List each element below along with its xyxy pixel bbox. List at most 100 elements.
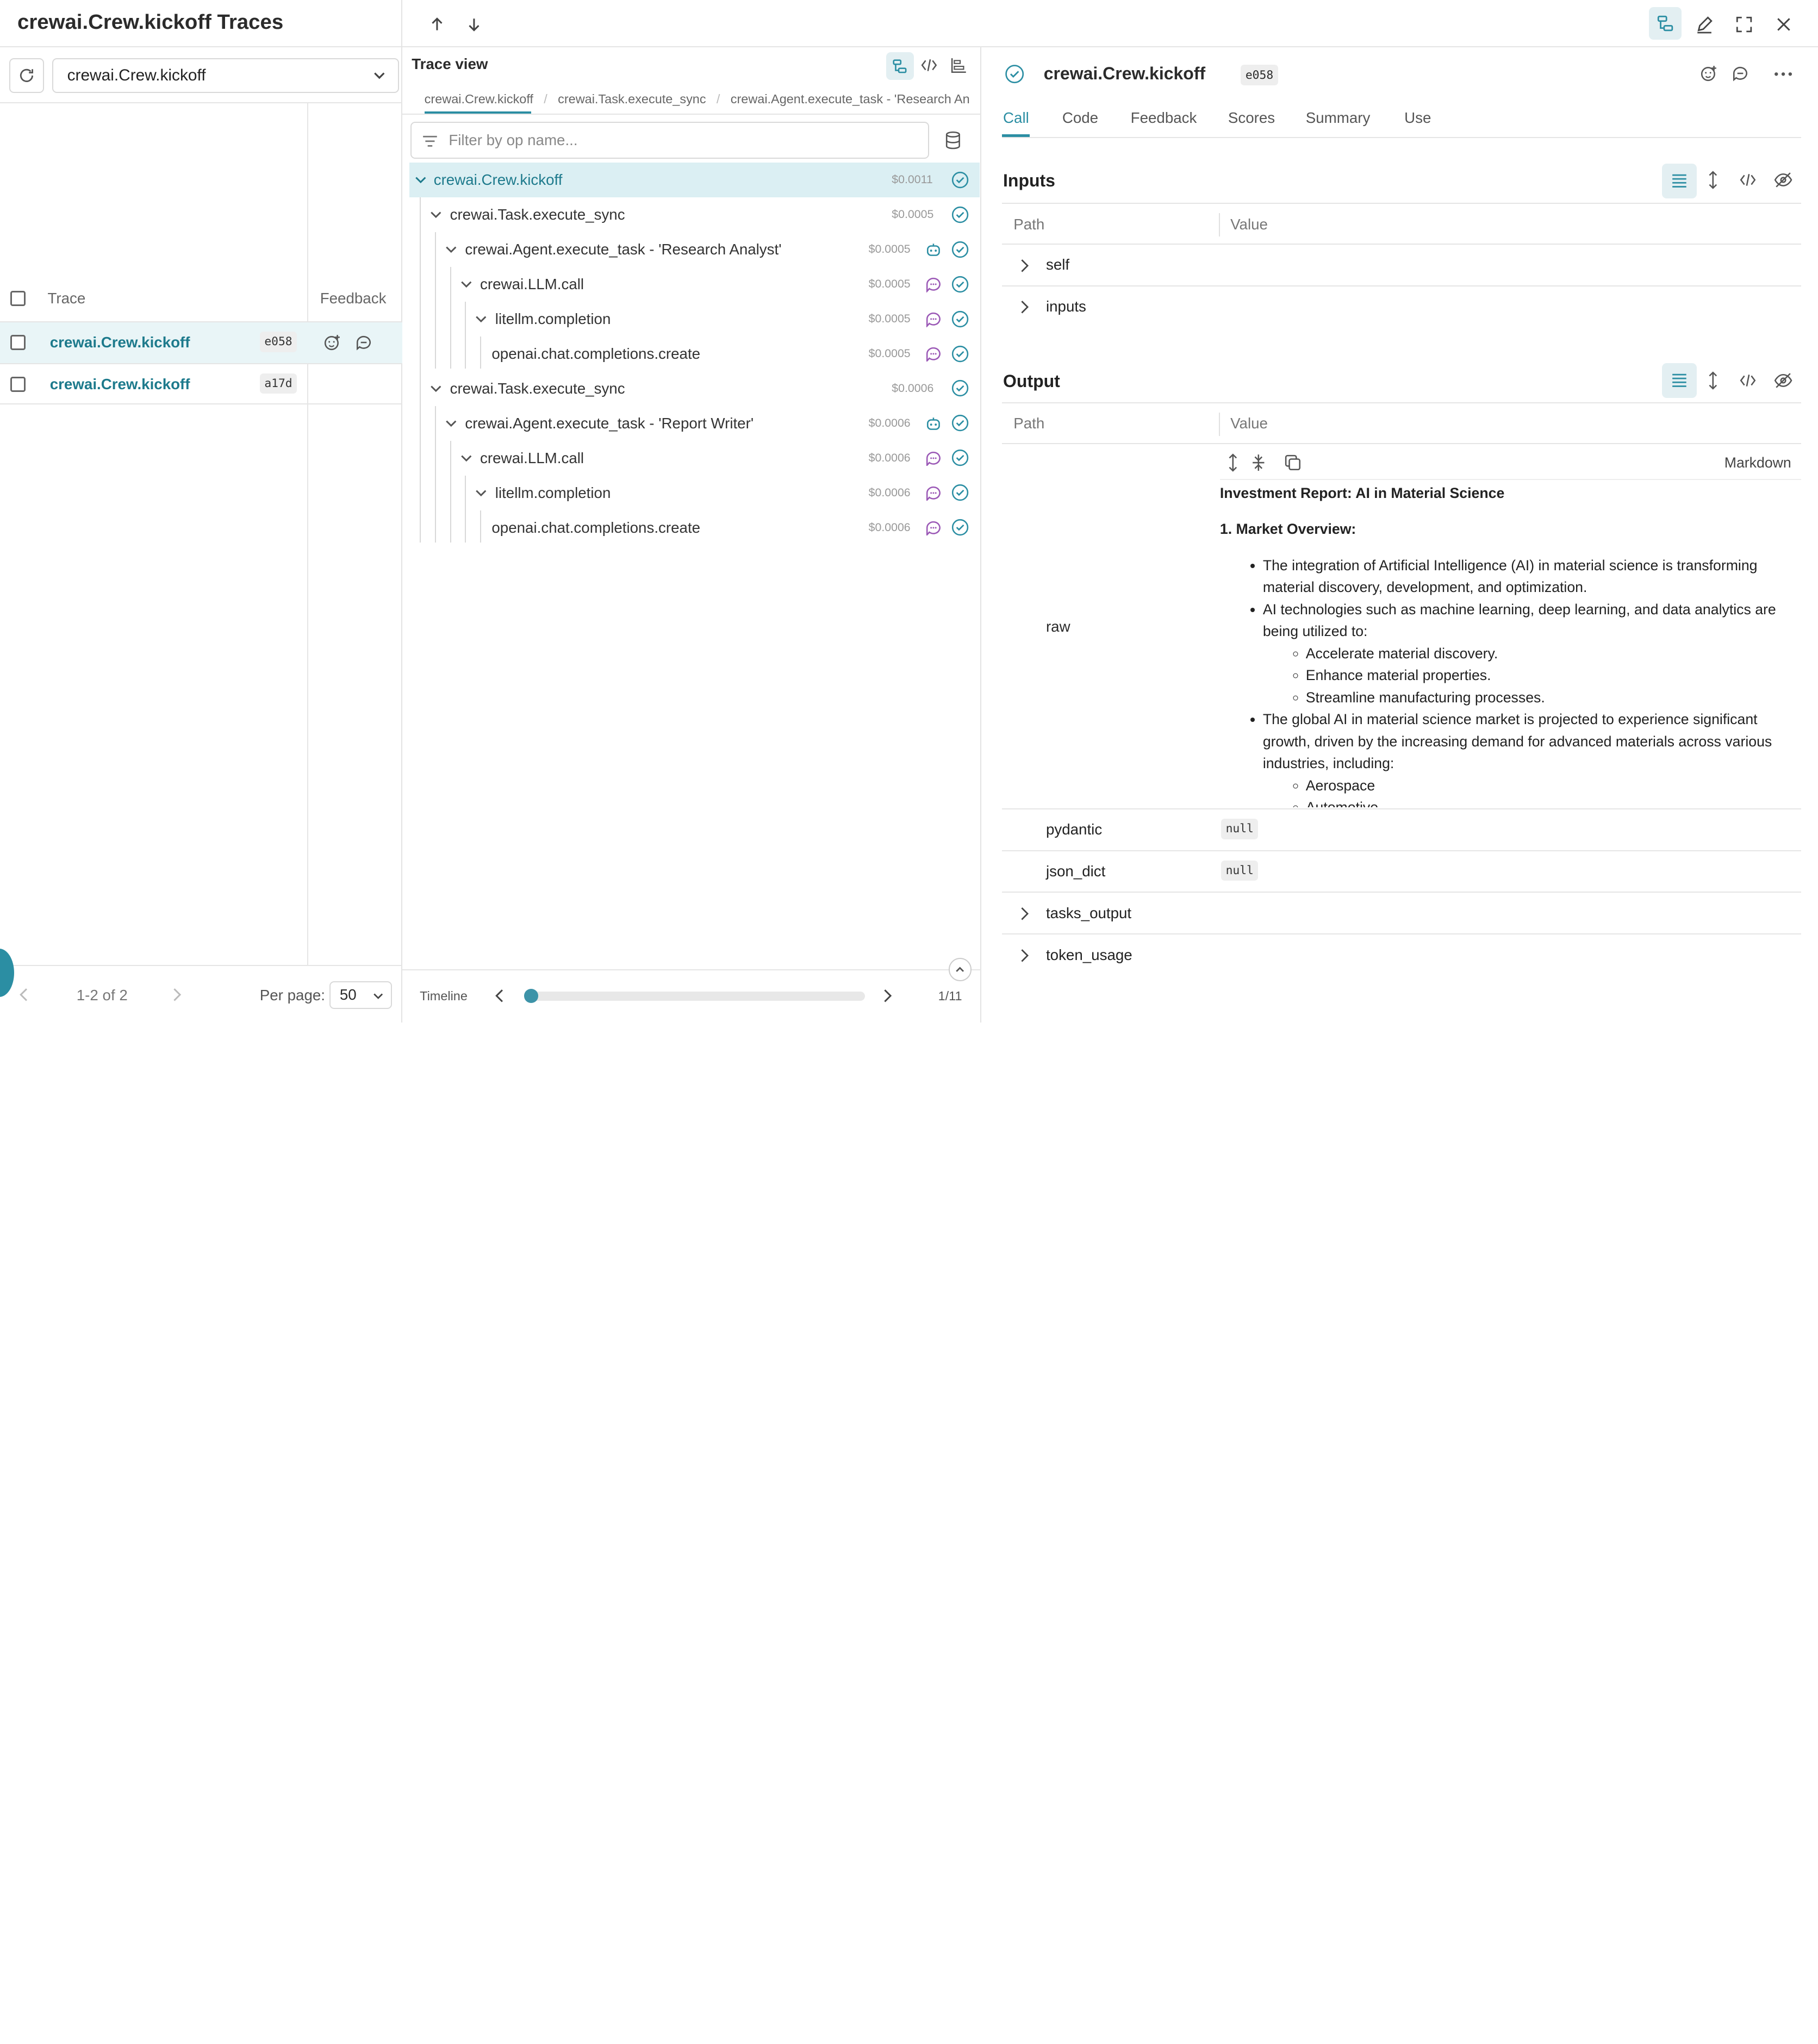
chevron-right-icon[interactable] xyxy=(881,989,893,1003)
close-icon[interactable] xyxy=(1772,13,1795,36)
chevron-down-icon[interactable] xyxy=(474,312,488,326)
collapse-vertical-icon[interactable] xyxy=(1252,453,1266,472)
tree-guide-line xyxy=(480,510,482,543)
tree-node-label: litellm.completion xyxy=(495,310,611,327)
add-reaction-icon[interactable] xyxy=(1700,65,1717,82)
path-column-header: Path xyxy=(1013,215,1045,233)
tree-node[interactable]: openai.chat.completions.create xyxy=(491,336,700,371)
markdown-format-label[interactable]: Markdown xyxy=(1724,454,1791,471)
tree-icon[interactable] xyxy=(886,52,914,80)
tree-guide-line xyxy=(434,232,436,369)
arrow-up-icon[interactable] xyxy=(427,14,447,35)
tree-node[interactable]: crewai.Agent.execute_task - 'Report Writ… xyxy=(444,406,754,441)
database-icon[interactable] xyxy=(945,131,961,149)
chevron-down-icon[interactable] xyxy=(444,416,458,431)
row-checkbox[interactable] xyxy=(10,335,26,350)
breadcrumb-item[interactable]: crewai.Crew.kickoff xyxy=(425,92,533,106)
code-icon[interactable] xyxy=(1739,172,1757,188)
inputs-row[interactable]: self xyxy=(1001,245,1801,286)
inputs-row[interactable]: inputs xyxy=(1002,286,1801,328)
breadcrumb-item[interactable]: crewai.Task.execute_sync xyxy=(558,92,706,106)
tab-call[interactable]: Call xyxy=(1003,109,1029,127)
chevron-down-icon xyxy=(372,68,387,83)
tab-code[interactable]: Code xyxy=(1062,109,1098,127)
tree-node[interactable]: crewai.Agent.execute_task - 'Research An… xyxy=(444,232,782,267)
tree-view-toggle-icon[interactable] xyxy=(1649,7,1682,40)
timeline-slider-track[interactable] xyxy=(530,991,866,1001)
chevron-down-icon[interactable] xyxy=(414,173,428,187)
tree-node[interactable]: litellm.completion xyxy=(474,476,611,510)
chevron-left-icon[interactable] xyxy=(18,988,30,1002)
collapse-up-icon[interactable] xyxy=(948,957,972,981)
fullscreen-icon[interactable] xyxy=(1733,13,1756,36)
tree-node[interactable]: crewai.LLM.call xyxy=(459,441,584,476)
select-all-checkbox[interactable] xyxy=(10,291,26,307)
chevron-down-icon[interactable] xyxy=(459,451,474,465)
column-header-trace[interactable]: Trace xyxy=(47,290,85,307)
code-icon[interactable] xyxy=(1739,372,1757,389)
op-name-search-input[interactable]: Filter by op name... xyxy=(410,121,929,159)
chevron-down-icon[interactable] xyxy=(444,242,458,257)
tree-guide-line xyxy=(434,406,436,543)
trace-id-badge: e058 xyxy=(259,331,297,352)
chevron-down-icon[interactable] xyxy=(459,277,474,291)
success-check-icon xyxy=(951,448,969,467)
list-view-icon[interactable] xyxy=(1661,363,1697,398)
tree-node[interactable]: openai.chat.completions.create xyxy=(491,510,700,545)
column-divider xyxy=(1218,213,1220,236)
output-row[interactable]: token_usage xyxy=(1002,934,1801,976)
tree-node[interactable]: crewai.Task.execute_sync xyxy=(429,197,625,232)
output-row[interactable]: tasks_output xyxy=(1001,893,1801,935)
breadcrumb-item[interactable]: crewai.Agent.execute_task - 'Research An… xyxy=(731,92,969,106)
chevron-down-icon[interactable] xyxy=(429,382,443,396)
chevron-right-icon[interactable] xyxy=(1018,949,1030,963)
tree-node-cost: $0.0005 xyxy=(892,207,934,221)
timeline-slider-handle[interactable] xyxy=(524,989,538,1004)
more-options-icon[interactable] xyxy=(1774,72,1792,77)
row-checkbox[interactable] xyxy=(10,377,26,392)
chevron-right-icon[interactable] xyxy=(171,988,182,1002)
tree-node[interactable]: litellm.completion xyxy=(474,302,611,336)
code-icon[interactable] xyxy=(921,57,937,73)
comment-icon[interactable] xyxy=(1732,65,1749,82)
arrow-down-icon[interactable] xyxy=(464,14,484,35)
chevron-down-icon[interactable] xyxy=(429,208,443,222)
expand-vertical-icon[interactable] xyxy=(1706,170,1720,189)
column-header-feedback[interactable]: Feedback xyxy=(320,290,387,307)
output-row[interactable]: pydantic null xyxy=(1001,809,1801,851)
llm-chat-icon xyxy=(925,346,942,362)
trace-link[interactable]: crewai.Crew.kickoff xyxy=(50,376,190,393)
divider xyxy=(0,102,403,103)
chevron-left-icon[interactable] xyxy=(494,989,506,1003)
trace-link[interactable]: crewai.Crew.kickoff xyxy=(50,334,190,351)
refresh-button[interactable] xyxy=(9,58,45,93)
pencil-icon[interactable] xyxy=(1693,13,1716,36)
chevron-down-icon[interactable] xyxy=(474,486,488,500)
expand-vertical-icon[interactable] xyxy=(1706,371,1720,390)
chevron-right-icon[interactable] xyxy=(1018,300,1030,314)
tab-summary[interactable]: Summary xyxy=(1306,109,1371,127)
tab-feedback[interactable]: Feedback xyxy=(1131,109,1197,127)
copy-icon[interactable] xyxy=(1285,454,1301,471)
tab-use[interactable]: Use xyxy=(1404,109,1431,127)
chevron-right-icon[interactable] xyxy=(1018,259,1030,273)
comment-icon[interactable] xyxy=(355,334,372,351)
expand-vertical-icon[interactable] xyxy=(1226,453,1240,472)
tree-node-cost: $0.0006 xyxy=(892,381,934,395)
tree-node[interactable]: crewai.Task.execute_sync xyxy=(429,371,625,406)
null-value-badge: null xyxy=(1221,860,1259,881)
tab-scores[interactable]: Scores xyxy=(1228,109,1275,127)
success-check-icon xyxy=(951,379,969,397)
timeline-chart-icon[interactable] xyxy=(951,57,967,73)
chevron-right-icon[interactable] xyxy=(1018,907,1030,921)
op-filter-select[interactable]: crewai.Crew.kickoff xyxy=(52,58,399,93)
eye-off-icon[interactable] xyxy=(1774,372,1792,389)
tree-node[interactable]: crewai.LLM.call xyxy=(459,267,584,302)
list-view-icon[interactable] xyxy=(1661,163,1697,198)
add-reaction-icon[interactable] xyxy=(323,334,341,351)
eye-off-icon[interactable] xyxy=(1774,172,1792,188)
table-row[interactable]: crewai.Crew.kickoff a17d xyxy=(0,363,403,405)
output-row[interactable]: json_dict null xyxy=(1001,851,1801,893)
table-row[interactable]: crewai.Crew.kickoff e058 xyxy=(0,321,403,363)
per-page-select[interactable]: 50 xyxy=(329,981,392,1009)
